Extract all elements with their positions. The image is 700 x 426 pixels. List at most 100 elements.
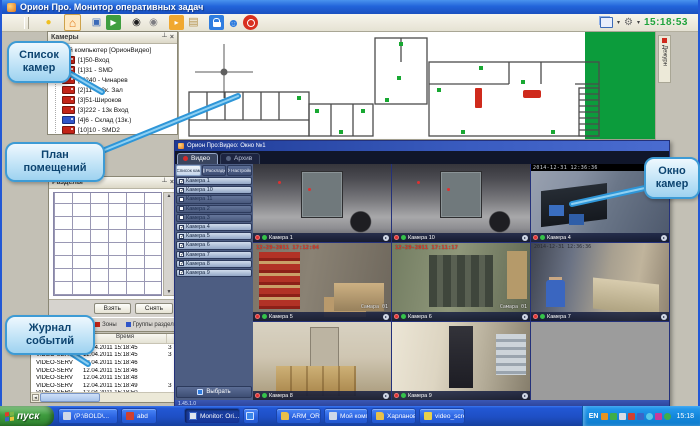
- camera-tile[interactable]: Камера 8▸: [253, 322, 391, 400]
- event-log-row[interactable]: VIDEO-SERV12.04.2011 15:18:46: [31, 367, 177, 375]
- checkbox[interactable]: [179, 197, 184, 202]
- taskbar-task[interactable]: abd: [121, 408, 157, 424]
- camera-tile[interactable]: Камера 1▸: [253, 164, 391, 242]
- taskbar-task[interactable]: Мой комп...: [324, 408, 368, 424]
- record-icon[interactable]: [394, 235, 399, 240]
- play-icon[interactable]: ▸: [522, 314, 528, 320]
- tree-item-camera[interactable]: [3]222 - 13к Вход: [62, 105, 175, 115]
- clipboard-icon[interactable]: ▤: [186, 15, 201, 30]
- scroll-thumb[interactable]: [40, 393, 100, 402]
- tree-item-camera[interactable]: [4]6 - Склад (13к.): [62, 115, 175, 125]
- tray-icon-5[interactable]: [637, 413, 644, 420]
- camera-list-item[interactable]: Камера 3: [176, 214, 252, 222]
- tree-item-camera[interactable]: [2]240 - Чинарев: [62, 75, 175, 85]
- video-tab[interactable]: Видео: [177, 153, 218, 164]
- select-button[interactable]: Выбрать: [176, 386, 252, 398]
- checkbox[interactable]: [179, 179, 184, 184]
- scroll-up-icon[interactable]: ▲: [167, 193, 172, 199]
- record-icon[interactable]: [533, 314, 538, 319]
- live-icon[interactable]: [540, 235, 545, 240]
- floor-plan[interactable]: [178, 31, 656, 140]
- sections-tab[interactable]: Группы разделов: [122, 320, 177, 330]
- event-log-row[interactable]: VIDEO-SERV12.04.2011 15:18:46: [31, 359, 177, 367]
- bulb-icon[interactable]: ●: [41, 15, 56, 30]
- camera-tile[interactable]: 12-29-2011 17:11:17Самара 01Камера 6▸: [392, 243, 530, 321]
- live-icon[interactable]: [401, 314, 406, 319]
- play-icon[interactable]: ▸: [383, 314, 389, 320]
- close-icon[interactable]: ×: [170, 34, 174, 41]
- export-folder-icon[interactable]: ▸: [169, 15, 184, 30]
- camera-list-item[interactable]: Камера 9: [176, 269, 252, 277]
- live-icon[interactable]: [401, 393, 406, 398]
- play-icon[interactable]: ▸: [383, 235, 389, 241]
- record-icon[interactable]: [255, 314, 260, 319]
- taskbar-task[interactable]: video_scree...: [419, 408, 465, 424]
- camera-list-item[interactable]: Камера 7: [176, 251, 252, 259]
- user-icon[interactable]: ☻: [226, 15, 241, 30]
- disarm-button[interactable]: Снять: [135, 303, 173, 314]
- camera-list-item[interactable]: Камера 5: [176, 232, 252, 240]
- monitor-search-icon[interactable]: ▣: [89, 15, 104, 30]
- checkbox[interactable]: [179, 215, 184, 220]
- camera-tile[interactable]: 2014-12-31 12:36:36Камера 7▸: [531, 243, 669, 321]
- tree-item-camera[interactable]: [2]11 - 13к. Зал: [62, 85, 175, 95]
- camera-list-item[interactable]: Камера 8: [176, 260, 252, 268]
- camera-list-item[interactable]: Камера 4: [176, 223, 252, 231]
- checkbox[interactable]: [179, 252, 184, 257]
- event-log-row[interactable]: VIDEO-SERV12.04.2011 15:18:48: [31, 374, 177, 382]
- sidebar-tab[interactable]: ▦Раскладки: [202, 165, 227, 176]
- video-window-titlebar[interactable]: Орион Про:Видео: Окно №1: [175, 141, 669, 151]
- video-capture-icon[interactable]: ▶: [106, 15, 121, 30]
- taskbar-task[interactable]: (P:\BOLD\...: [58, 408, 118, 424]
- tools-icon[interactable]: ⚙: [624, 17, 633, 28]
- live-icon[interactable]: [540, 314, 545, 319]
- play-icon[interactable]: ▸: [661, 235, 667, 241]
- scroll-left-icon[interactable]: ◄: [32, 394, 39, 401]
- play-icon[interactable]: ▸: [522, 393, 528, 399]
- taskbar-task[interactable]: Monitor: Ori...: [184, 408, 240, 424]
- sidebar-tab[interactable]: ▣Список камер: [176, 165, 201, 176]
- camera-list-item[interactable]: Камера 10: [176, 186, 252, 194]
- tree-item-camera[interactable]: [10]10 - SMD2: [62, 125, 175, 134]
- record-icon[interactable]: [394, 393, 399, 398]
- video-tab[interactable]: Архив: [220, 153, 260, 164]
- lock-icon[interactable]: [209, 15, 224, 30]
- duty-side-tab[interactable]: Дежурн: [658, 35, 671, 83]
- record-icon[interactable]: [255, 235, 260, 240]
- camera-list-item[interactable]: Камера 6: [176, 241, 252, 249]
- webcam-icon[interactable]: ◉: [146, 15, 161, 30]
- tree-item-camera[interactable]: [1]31 - SMD: [62, 65, 175, 75]
- arm-button[interactable]: Взять: [94, 303, 131, 314]
- tray-icon-8[interactable]: [664, 413, 671, 420]
- tree-item-camera[interactable]: [3]51-Широков: [62, 95, 175, 105]
- camera-tile[interactable]: Камера 9▸: [392, 322, 530, 400]
- tray-icon-7[interactable]: [655, 413, 662, 420]
- checkbox[interactable]: [179, 261, 184, 266]
- column-time[interactable]: Время: [84, 334, 167, 343]
- live-icon[interactable]: [262, 235, 267, 240]
- tray-icon-6[interactable]: [646, 413, 653, 420]
- pin-icon[interactable]: ┴: [162, 179, 167, 186]
- live-icon[interactable]: [401, 235, 406, 240]
- taskbar-task[interactable]: ARM_ORIO...: [276, 408, 321, 424]
- home-icon[interactable]: ⌂: [64, 14, 81, 31]
- taskbar-task[interactable]: Харланов Р...: [371, 408, 416, 424]
- play-icon[interactable]: ▸: [661, 314, 667, 320]
- checkbox[interactable]: [179, 270, 184, 275]
- tree-item-camera[interactable]: [1]50-Вход: [62, 55, 175, 65]
- scroll-down-icon[interactable]: ▼: [167, 289, 172, 295]
- event-log-row[interactable]: VIDEO-SERV12.04.2011 15:18:49З: [31, 382, 177, 390]
- camera-list-item[interactable]: Камера 2: [176, 205, 252, 213]
- camera-tile[interactable]: 12-29-2011 17:12:04Самара 01Камера 5▸: [253, 243, 391, 321]
- checkbox[interactable]: [179, 243, 184, 248]
- chevron-down-icon[interactable]: ▾: [617, 19, 620, 26]
- checkbox[interactable]: [179, 188, 184, 193]
- app-titlebar[interactable]: Орион Про. Монитор оперативных задач: [2, 0, 698, 14]
- camera-tile[interactable]: ▸: [531, 322, 669, 400]
- camera-list-item[interactable]: Камера 1: [176, 177, 252, 185]
- live-icon[interactable]: [262, 314, 267, 319]
- start-button[interactable]: пуск: [0, 406, 54, 426]
- live-icon[interactable]: [262, 393, 267, 398]
- power-icon[interactable]: [243, 15, 258, 30]
- record-icon[interactable]: [394, 314, 399, 319]
